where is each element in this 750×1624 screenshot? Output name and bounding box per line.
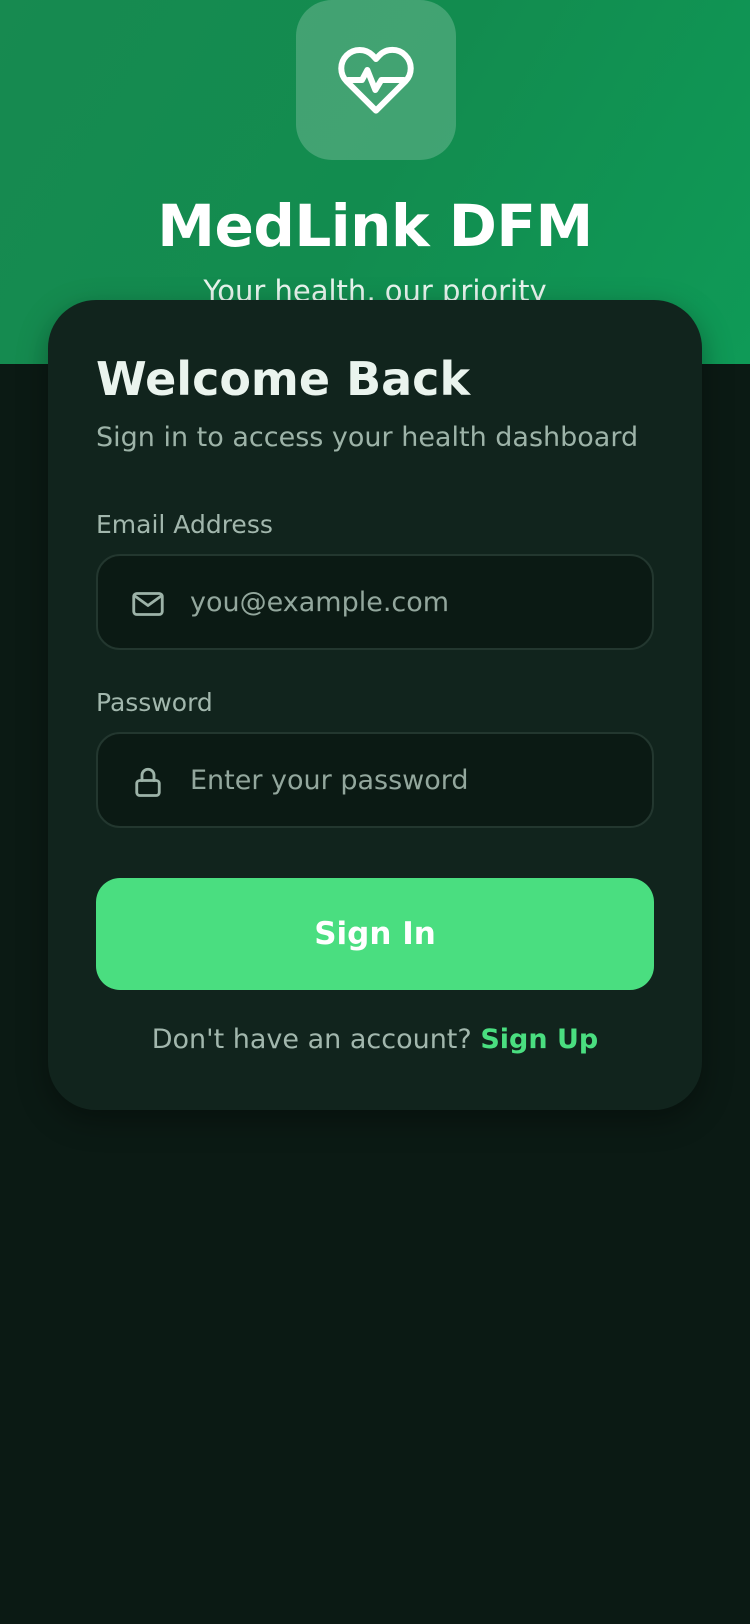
page-subtitle: Sign in to access your health dashboard (96, 422, 639, 453)
email-field-wrapper[interactable] (96, 554, 654, 650)
signup-prompt: Don't have an account? (151, 1024, 472, 1055)
password-field-wrapper[interactable] (96, 732, 654, 828)
page-title: Welcome Back (96, 352, 471, 406)
email-label: Email Address (96, 510, 273, 539)
sign-in-button[interactable]: Sign In (96, 878, 654, 990)
password-label: Password (96, 688, 213, 717)
signup-row: Don't have an account? Sign Up (48, 1024, 702, 1055)
heart-pulse-icon (338, 46, 414, 114)
sign-up-link[interactable]: Sign Up (480, 1024, 598, 1055)
lock-icon (130, 764, 166, 800)
login-screen: MedLink DFM Your health, our priority We… (0, 0, 750, 1624)
mail-icon (130, 586, 166, 622)
email-field[interactable] (190, 556, 630, 648)
login-card: Welcome Back Sign in to access your heal… (48, 300, 702, 1110)
password-field[interactable] (190, 734, 630, 826)
app-title: MedLink DFM (157, 192, 593, 260)
app-logo (296, 0, 456, 160)
